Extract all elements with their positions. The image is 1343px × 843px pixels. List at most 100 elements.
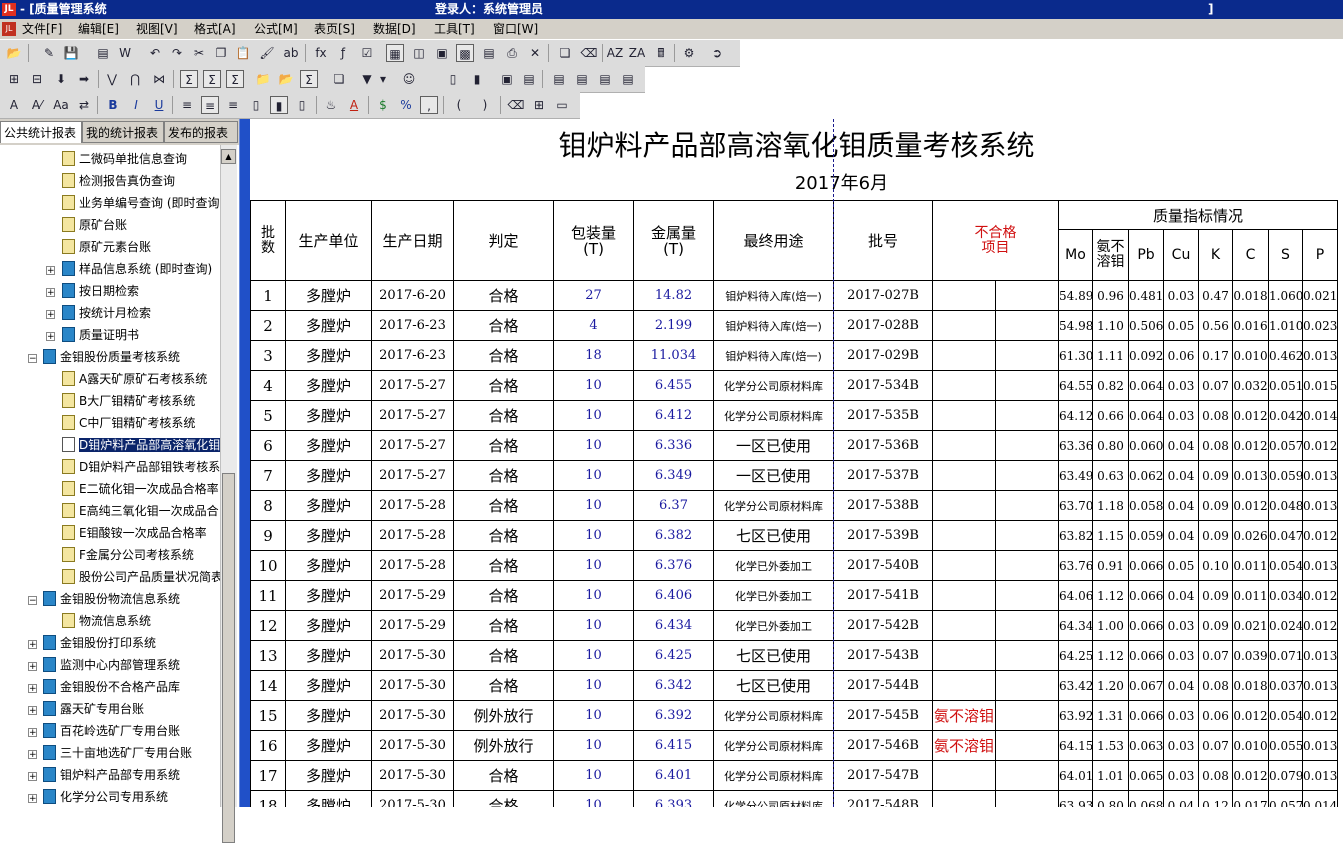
cell-cu[interactable]: 0.03 bbox=[1163, 730, 1199, 761]
folder-up-icon[interactable]: 📁 bbox=[254, 70, 272, 88]
cell-metal[interactable]: 6.376 bbox=[633, 550, 714, 581]
cell-lot[interactable]: 2017-547B bbox=[833, 760, 933, 791]
cell-k[interactable]: 0.06 bbox=[1198, 700, 1233, 731]
filter-advanced-icon[interactable]: ⋂ bbox=[126, 70, 144, 88]
cell-p[interactable]: 0.014 bbox=[1301, 400, 1339, 431]
cell-mo[interactable]: 64.25 bbox=[1058, 640, 1093, 671]
cell-n[interactable]: 1 bbox=[250, 280, 286, 311]
cell-pb[interactable]: 0.063 bbox=[1128, 730, 1164, 761]
tree-item[interactable]: 质量证明书 bbox=[62, 326, 139, 344]
cell-nh[interactable]: 0.80 bbox=[1092, 790, 1129, 807]
cell-judge[interactable]: 合格 bbox=[453, 340, 554, 371]
cell-s[interactable]: 0.047 bbox=[1268, 520, 1303, 551]
cell-nh[interactable]: 0.82 bbox=[1092, 370, 1129, 401]
cell-pack[interactable]: 10 bbox=[553, 550, 634, 581]
cell-nh[interactable]: 1.10 bbox=[1092, 310, 1129, 341]
cell-judge[interactable]: 合格 bbox=[453, 580, 554, 611]
cell-lot[interactable]: 2017-540B bbox=[833, 550, 933, 581]
cell-metal[interactable]: 6.392 bbox=[633, 700, 714, 731]
cell-nh[interactable]: 1.53 bbox=[1092, 730, 1129, 761]
cell-p[interactable]: 0.013 bbox=[1301, 640, 1339, 671]
cell-cu[interactable]: 0.03 bbox=[1163, 370, 1199, 401]
cell-n[interactable]: 9 bbox=[250, 520, 286, 551]
cell-pb[interactable]: 0.066 bbox=[1128, 580, 1164, 611]
cell-pack[interactable]: 10 bbox=[553, 700, 634, 731]
table-row[interactable]: 5 多膛炉 2017-5-27 合格 10 6.412 化学分公司原材料库 2017-535B… bbox=[250, 400, 1339, 431]
cell-nh[interactable]: 1.20 bbox=[1092, 670, 1129, 701]
expand-icon[interactable]: + bbox=[28, 640, 37, 650]
cell-judge[interactable]: 合格 bbox=[453, 400, 554, 431]
cell-date[interactable]: 2017-5-28 bbox=[371, 550, 454, 581]
collapse-icon[interactable]: − bbox=[28, 596, 37, 606]
cell-pack[interactable]: 10 bbox=[553, 430, 634, 461]
cell-cu[interactable]: 0.04 bbox=[1163, 790, 1199, 807]
cell-c[interactable]: 0.012 bbox=[1232, 760, 1269, 791]
cell-nh[interactable]: 1.18 bbox=[1092, 490, 1129, 521]
cell-cu[interactable]: 0.05 bbox=[1163, 550, 1199, 581]
cell-s[interactable]: 0.042 bbox=[1268, 400, 1303, 431]
printer-icon[interactable]: ⎙ bbox=[503, 44, 521, 62]
cell-date[interactable]: 2017-5-29 bbox=[371, 580, 454, 611]
cell-unit[interactable]: 多膛炉 bbox=[285, 730, 372, 761]
move-down-icon[interactable]: ⬇ bbox=[52, 70, 70, 88]
expand-icon[interactable]: + bbox=[28, 728, 37, 738]
cell-unit[interactable]: 多膛炉 bbox=[285, 490, 372, 521]
table-row[interactable]: 16 多膛炉 2017-5-30 例外放行 10 6.415 化学分公司原材料库 2017-5… bbox=[250, 730, 1339, 761]
tree-item[interactable]: 金钼股份质量考核系统 bbox=[43, 348, 180, 366]
sum-total-icon[interactable]: Σ bbox=[300, 70, 318, 88]
cell-nc[interactable] bbox=[932, 580, 996, 611]
table-row[interactable]: 9 多膛炉 2017-5-28 合格 10 6.382 七区已使用 2017-539B 63.8… bbox=[250, 520, 1339, 551]
valign-middle-icon[interactable]: ▮ bbox=[270, 96, 288, 114]
cell-c[interactable]: 0.026 bbox=[1232, 520, 1269, 551]
cell-unit[interactable]: 多膛炉 bbox=[285, 790, 372, 807]
cell-nh[interactable]: 0.96 bbox=[1092, 280, 1129, 311]
cell-unit[interactable]: 多膛炉 bbox=[285, 640, 372, 671]
redo-icon[interactable]: ↷ bbox=[168, 44, 186, 62]
cell-lot[interactable]: 2017-545B bbox=[833, 700, 933, 731]
cell-unit[interactable]: 多膛炉 bbox=[285, 400, 372, 431]
cell-s[interactable]: 0.054 bbox=[1268, 550, 1303, 581]
cell-nc[interactable] bbox=[932, 760, 996, 791]
cell-use[interactable]: 化学已外委加工 bbox=[713, 610, 834, 641]
cell-pb[interactable]: 0.064 bbox=[1128, 400, 1164, 431]
tree-item[interactable]: 金钼股份物流信息系统 bbox=[43, 590, 180, 608]
cell-p[interactable]: 0.013 bbox=[1301, 550, 1339, 581]
cell-date[interactable]: 2017-6-23 bbox=[371, 340, 454, 371]
table-row[interactable]: 18 多膛炉 2017-5-30 合格 10 6.393 化学分公司原材料库 2017-548… bbox=[250, 790, 1339, 807]
cell-nc[interactable] bbox=[932, 640, 996, 671]
cell-nh[interactable]: 0.63 bbox=[1092, 460, 1129, 491]
tree-item[interactable]: 按日期检索 bbox=[62, 282, 139, 300]
cell-lot[interactable]: 2017-534B bbox=[833, 370, 933, 401]
cell-cu[interactable]: 0.04 bbox=[1163, 460, 1199, 491]
cell-nc[interactable] bbox=[932, 460, 996, 491]
cell-pb[interactable]: 0.066 bbox=[1128, 550, 1164, 581]
cell-unit[interactable]: 多膛炉 bbox=[285, 760, 372, 791]
comma-icon[interactable]: , bbox=[420, 96, 438, 114]
cell-metal[interactable]: 6.342 bbox=[633, 670, 714, 701]
settings-gear-icon[interactable]: ⚙ bbox=[680, 44, 698, 62]
cell-metal[interactable]: 6.336 bbox=[633, 430, 714, 461]
cell-metal[interactable]: 6.455 bbox=[633, 370, 714, 401]
cell-k[interactable]: 0.09 bbox=[1198, 520, 1233, 551]
cell-mo[interactable]: 61.30 bbox=[1058, 340, 1093, 371]
cell-nc[interactable] bbox=[932, 400, 996, 431]
cell-n[interactable]: 4 bbox=[250, 370, 286, 401]
cell-mo[interactable]: 64.06 bbox=[1058, 580, 1093, 611]
cell-nc-extra[interactable] bbox=[995, 340, 1059, 371]
menu-sheet[interactable]: 表页[S] bbox=[314, 19, 355, 39]
cell-mo[interactable]: 63.36 bbox=[1058, 430, 1093, 461]
cell-c[interactable]: 0.018 bbox=[1232, 670, 1269, 701]
cell-mo[interactable]: 54.98 bbox=[1058, 310, 1093, 341]
cell-metal[interactable]: 6.434 bbox=[633, 610, 714, 641]
cell-k[interactable]: 0.12 bbox=[1198, 790, 1233, 807]
cell-judge[interactable]: 例外放行 bbox=[453, 700, 554, 731]
cell-metal[interactable]: 6.37 bbox=[633, 490, 714, 521]
cell-s[interactable]: 0.034 bbox=[1268, 580, 1303, 611]
cell-nh[interactable]: 1.31 bbox=[1092, 700, 1129, 731]
excel-icon[interactable]: ▤ bbox=[480, 44, 498, 62]
cell-nc-extra[interactable] bbox=[995, 430, 1059, 461]
cell-cu[interactable]: 0.06 bbox=[1163, 340, 1199, 371]
cell-judge[interactable]: 合格 bbox=[453, 640, 554, 671]
cell-nc-extra[interactable] bbox=[995, 550, 1059, 581]
exit-icon[interactable]: ➲ bbox=[708, 44, 726, 62]
